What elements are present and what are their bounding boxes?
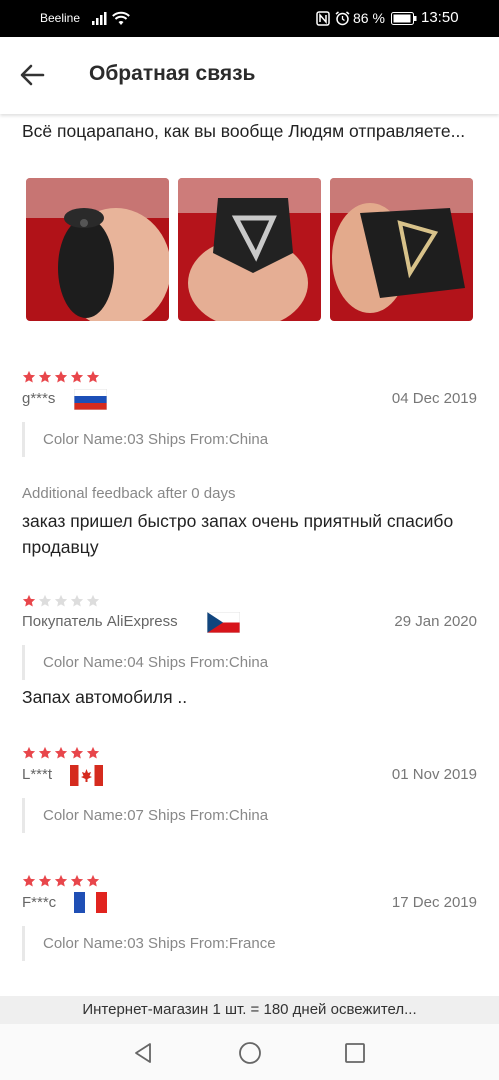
star-icon xyxy=(22,746,36,759)
star-icon xyxy=(54,594,68,607)
review-sku: Color Name:04 Ships From:China xyxy=(22,645,477,680)
back-triangle-icon[interactable] xyxy=(131,1041,155,1065)
star-icon xyxy=(70,594,84,607)
star-icon xyxy=(54,370,68,383)
review-author: F***c xyxy=(22,894,57,911)
home-circle-icon[interactable] xyxy=(238,1041,262,1065)
star-icon xyxy=(38,594,52,607)
star-icon xyxy=(86,370,100,383)
star-icon xyxy=(38,746,52,759)
star-icon xyxy=(54,746,68,759)
system-nav-bar xyxy=(0,1024,499,1080)
review-date: 04 Dec 2019 xyxy=(391,390,477,407)
additional-feedback-text: заказ пришел быстро запах очень приятный… xyxy=(22,511,454,557)
review-sku: Color Name:07 Ships From:China xyxy=(22,798,477,833)
flag-russia-icon xyxy=(74,389,107,410)
review-sku: Color Name:03 Ships From:France xyxy=(22,926,477,961)
flag-canada-icon xyxy=(70,765,103,786)
star-icon xyxy=(86,594,100,607)
back-arrow-icon[interactable] xyxy=(18,61,46,89)
star-icon xyxy=(22,874,36,887)
review-sku: Color Name:03 Ships From:China xyxy=(22,422,477,457)
review-text: Всё поцарапано, как вы вообще Людям отпр… xyxy=(22,121,466,141)
feedback-list[interactable]: Всё поцарапано, как вы вообще Людям отпр… xyxy=(0,114,499,996)
star-icon xyxy=(38,370,52,383)
product-banner[interactable]: Интернет-магазин 1 шт. = 180 дней освежи… xyxy=(0,996,499,1024)
app-header: Обратная связь xyxy=(0,37,499,114)
review-text: Запах автомобиля .. xyxy=(22,687,188,707)
flag-france-icon xyxy=(74,892,107,913)
star-icon xyxy=(38,874,52,887)
page-title: Обратная связь xyxy=(89,62,256,85)
review-date: 29 Jan 2020 xyxy=(394,613,477,630)
star-icon xyxy=(54,874,68,887)
star-icon xyxy=(70,370,84,383)
nfc-icon xyxy=(316,11,330,26)
status-bar: Beeline 86 % 13:50 xyxy=(0,0,499,37)
star-icon xyxy=(70,746,84,759)
battery-icon xyxy=(391,12,417,25)
star-icon xyxy=(86,874,100,887)
review-photo[interactable] xyxy=(26,178,169,321)
review-photo[interactable] xyxy=(178,178,321,321)
wifi-icon xyxy=(112,11,130,25)
review-author: L***t xyxy=(22,766,53,783)
additional-feedback-label: Additional feedback after 0 days xyxy=(22,485,236,502)
recents-square-icon[interactable] xyxy=(343,1041,367,1065)
review-date: 17 Dec 2019 xyxy=(391,894,477,911)
review-photos xyxy=(26,178,474,321)
clock: 13:50 xyxy=(421,9,459,26)
rating-stars xyxy=(22,370,100,384)
review-author: Покупатель AliExpress xyxy=(22,613,178,630)
signal-icon xyxy=(92,12,107,25)
review-author: g***s xyxy=(22,390,56,407)
star-icon xyxy=(86,746,100,759)
rating-stars xyxy=(22,746,100,760)
star-icon xyxy=(70,874,84,887)
rating-stars xyxy=(22,874,100,888)
review-photo[interactable] xyxy=(330,178,473,321)
rating-stars xyxy=(22,594,100,608)
alarm-icon xyxy=(335,11,350,26)
star-icon xyxy=(22,370,36,383)
review-date: 01 Nov 2019 xyxy=(391,766,477,783)
carrier-name: Beeline xyxy=(40,11,81,25)
battery-percent: 86 % xyxy=(353,10,385,26)
flag-czech-icon xyxy=(207,612,240,633)
star-icon xyxy=(22,594,36,607)
